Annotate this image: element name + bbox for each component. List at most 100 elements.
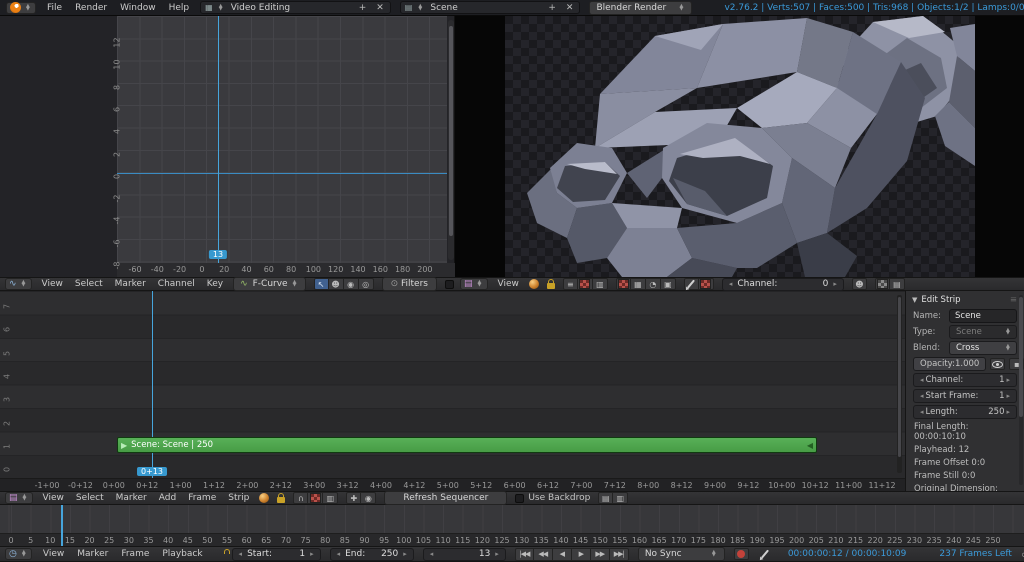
scene-selector[interactable]: ▤ Scene + ✕ <box>399 1 581 14</box>
current-frame-field[interactable]: ◂ 13 ▸ <box>422 547 506 561</box>
vse-menu-marker[interactable]: Marker <box>114 493 149 503</box>
clipboard-icon[interactable]: ▥ <box>592 278 608 290</box>
proxy-icon[interactable]: ▤ <box>889 278 905 290</box>
tl-menu-view[interactable]: View <box>41 549 66 559</box>
record-button[interactable] <box>733 548 749 560</box>
ghost-curves-icon[interactable]: ☻ <box>328 278 344 290</box>
menu-file[interactable]: File <box>45 3 64 13</box>
sync-mode-selector[interactable]: No Sync <box>637 547 725 561</box>
editor-type-selector-preview[interactable]: ▤ <box>460 278 488 290</box>
lock-icon[interactable] <box>546 278 555 289</box>
timeline-canvas[interactable] <box>0 505 1024 533</box>
menu-help[interactable]: Help <box>167 3 192 13</box>
use-backdrop-checkbox[interactable]: Use Backdrop <box>515 493 590 503</box>
length-stepper[interactable]: ◂ Length: 250 ▸ <box>913 405 1017 419</box>
channel-stepper[interactable]: ◂ Channel: 1 ▸ <box>913 373 1017 387</box>
decrement-arrow-icon[interactable]: ◂ <box>335 550 343 558</box>
paste-icon[interactable]: ▥ <box>613 492 629 504</box>
graph-canvas[interactable] <box>117 16 447 263</box>
pivot-point-icon[interactable]: ◉ <box>343 278 359 290</box>
mask-icon[interactable]: ◔ <box>645 278 661 290</box>
jump-to-end-button[interactable]: ▶▶| <box>609 547 629 561</box>
strip-left-handle-icon[interactable]: ▶ <box>121 441 127 450</box>
render-icon[interactable] <box>874 278 890 290</box>
vse-menu-add[interactable]: Add <box>157 493 178 503</box>
graph-menu-marker[interactable]: Marker <box>113 279 148 289</box>
preview-menu-view[interactable]: View <box>496 279 521 289</box>
timeline-playhead[interactable] <box>61 505 63 546</box>
copy-icon[interactable]: ▤ <box>598 492 614 504</box>
render-engine-selector[interactable]: Blender Render <box>589 0 693 15</box>
next-keyframe-button[interactable]: ▶▶ <box>590 547 610 561</box>
opacity-slider[interactable]: Opacity: 1.000 <box>913 357 987 371</box>
increment-arrow-icon[interactable]: ▸ <box>831 280 839 288</box>
sequencer-preview[interactable] <box>455 16 1024 277</box>
end-frame-field[interactable]: ◂ End: 250 ▸ <box>329 547 414 561</box>
lock-icon[interactable] <box>277 492 286 503</box>
increment-arrow-icon[interactable]: ▸ <box>1004 408 1012 416</box>
decrement-arrow-icon[interactable]: ◂ <box>918 376 926 384</box>
panel-scrollbar[interactable] <box>1019 295 1023 485</box>
ghost-icon[interactable]: ☻ <box>851 278 867 290</box>
cursor-mode-icon[interactable]: ↖ <box>313 278 329 290</box>
material-ball-icon[interactable] <box>528 279 539 289</box>
start-frame-stepper[interactable]: ◂ Start Frame: 1 ▸ <box>913 389 1017 403</box>
graph-playhead[interactable] <box>218 16 219 263</box>
graph-menu-key[interactable]: Key <box>205 279 225 289</box>
editor-type-selector-timeline[interactable]: ◷ <box>5 548 32 560</box>
animate-opacity-button[interactable] <box>990 358 1006 370</box>
graph-mode-selector[interactable]: ∿ F-Curve <box>233 277 306 291</box>
menu-render[interactable]: Render <box>73 3 109 13</box>
vse-menu-strip[interactable]: Strip <box>226 493 251 503</box>
decrement-arrow-icon[interactable]: ◂ <box>428 550 436 558</box>
sequencer-vertical-scrollbar[interactable] <box>897 295 902 473</box>
vse-menu-view[interactable]: View <box>41 493 66 503</box>
close-layout-button[interactable]: ✕ <box>374 3 386 13</box>
graph-vertical-scrollbar[interactable] <box>448 20 454 260</box>
preview-channel-stepper[interactable]: ◂ Channel: 0 ▸ <box>721 277 844 291</box>
vse-menu-select[interactable]: Select <box>74 493 106 503</box>
add-scene-button[interactable]: + <box>546 3 558 13</box>
scene-strip-icon[interactable]: ▦ <box>630 278 646 290</box>
increment-arrow-icon[interactable]: ▸ <box>493 550 501 558</box>
increment-arrow-icon[interactable]: ▸ <box>1004 376 1012 384</box>
increment-arrow-icon[interactable]: ▸ <box>308 550 316 558</box>
editor-type-selector-info[interactable] <box>6 1 36 14</box>
filters-button[interactable]: ⊙ Filters <box>381 277 437 291</box>
refresh-sequencer-button[interactable]: Refresh Sequencer <box>384 491 508 505</box>
decrement-arrow-icon[interactable]: ◂ <box>237 550 245 558</box>
tl-menu-playback[interactable]: Playback <box>160 549 204 559</box>
decrement-arrow-icon[interactable]: ◂ <box>727 280 735 288</box>
tl-menu-frame[interactable]: Frame <box>119 549 151 559</box>
increment-arrow-icon[interactable]: ▸ <box>1004 392 1012 400</box>
add-layout-button[interactable]: + <box>357 3 369 13</box>
levels-icon[interactable]: ≡ <box>562 278 578 290</box>
increment-arrow-icon[interactable]: ▸ <box>401 550 409 558</box>
editor-type-selector-sequencer[interactable]: ▤ <box>5 492 33 504</box>
image-checker-icon[interactable] <box>615 278 631 290</box>
graph-menu-view[interactable]: View <box>40 279 65 289</box>
graph-menu-select[interactable]: Select <box>73 279 105 289</box>
play-reverse-button[interactable]: ◀ <box>552 547 572 561</box>
pin-icon[interactable]: ◉ <box>361 492 377 504</box>
strip-name-field[interactable]: Scene <box>949 309 1017 323</box>
material-ball-icon[interactable] <box>259 493 270 503</box>
image-checker-icon[interactable] <box>698 278 714 290</box>
jump-to-start-button[interactable]: |◀◀ <box>514 547 534 561</box>
clipboard-icon[interactable]: ▥ <box>323 492 339 504</box>
keying-set-button[interactable] <box>758 548 773 560</box>
magnifier-icon[interactable]: ◎ <box>358 278 374 290</box>
edit-strip-panel-header[interactable]: Edit Strip ≡ <box>906 291 1024 307</box>
scene-strip[interactable]: ▶ Scene: Scene | 250 ◀ <box>117 437 817 453</box>
decrement-arrow-icon[interactable]: ◂ <box>918 408 926 416</box>
decrement-arrow-icon[interactable]: ◂ <box>918 392 926 400</box>
strip-right-handle-icon[interactable]: ◀ <box>807 441 813 450</box>
image-checker-icon[interactable] <box>308 492 324 504</box>
play-button[interactable]: ▶ <box>571 547 591 561</box>
close-scene-button[interactable]: ✕ <box>564 3 576 13</box>
screen-layout-selector[interactable]: ▦ Video Editing + ✕ <box>200 1 391 14</box>
menu-window[interactable]: Window <box>118 3 158 13</box>
graph-menu-channel[interactable]: Channel <box>156 279 197 289</box>
vse-menu-frame[interactable]: Frame <box>186 493 218 503</box>
blend-mode-dropdown[interactable]: Cross <box>949 341 1017 355</box>
